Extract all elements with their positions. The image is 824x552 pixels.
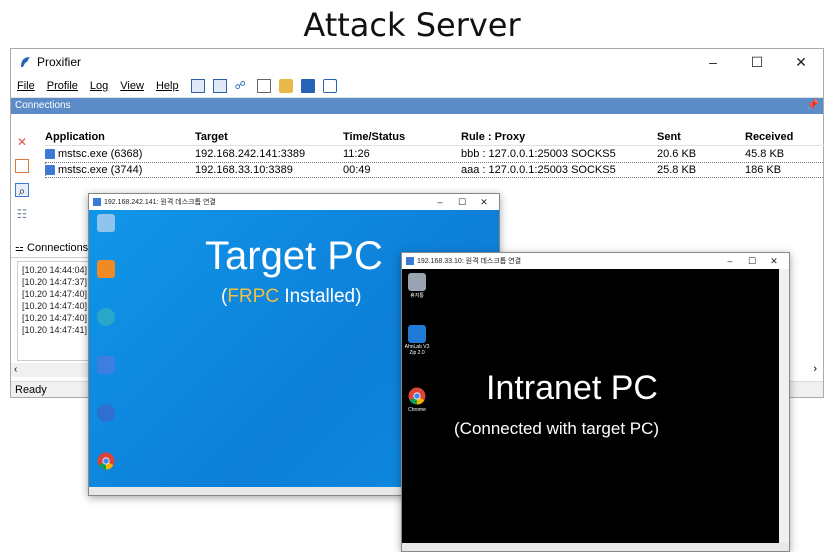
close-button[interactable]: ✕ [763, 253, 785, 269]
menu-bar: File Profile Log View Help ☍ [11, 75, 823, 98]
rdp-horizontal-scrollbar[interactable] [402, 543, 789, 551]
recycle-bin-icon[interactable]: 휴지통 [406, 273, 428, 299]
connections-sidebar: ✕ ⌕ ☷ [11, 129, 33, 231]
row-application: mstsc.exe (6368) [58, 148, 143, 160]
maximize-button[interactable]: ☐ [451, 194, 473, 210]
open-profile-icon[interactable] [278, 79, 293, 93]
save-profile-icon[interactable] [300, 79, 315, 93]
window-title: Proxifier [37, 55, 82, 69]
rdp-titlebar: 192.168.242.141: 원격 데스크톱 연결 – ☐ ✕ [89, 194, 499, 210]
proxifier-titlebar: Proxifier – ☐ ✕ [11, 49, 823, 75]
rdp-titlebar: 192.168.33.10: 원격 데스크톱 연결 – ☐ ✕ [402, 253, 789, 269]
name-resolution-icon[interactable]: ☍ [235, 79, 249, 93]
close-button[interactable]: ✕ [473, 194, 495, 210]
row-sent: 20.6 KB [657, 148, 697, 160]
row-application: mstsc.exe (3744) [58, 164, 143, 176]
proxy-servers-icon[interactable] [190, 79, 205, 93]
page-title: Attack Server [303, 6, 521, 44]
scroll-right-arrow[interactable]: › [813, 363, 817, 375]
table-header: Application Target Time/Status Rule : Pr… [45, 129, 824, 146]
list-options-icon[interactable]: ☷ [15, 207, 29, 221]
row-rule: bbb : 127.0.0.1:25003 SOCKS5 [461, 148, 616, 160]
chrome-icon[interactable]: Chrome [406, 387, 428, 413]
log-line: [10.20 14:47:37] [22, 277, 88, 287]
network-icon: ⚍ [15, 243, 24, 254]
menu-log[interactable]: Log [90, 80, 108, 92]
col-time-status[interactable]: Time/Status [343, 129, 461, 145]
minimize-button[interactable]: – [719, 253, 741, 269]
connection-details-icon[interactable] [15, 159, 29, 173]
rdp-title: 192.168.242.141: 원격 데스크톱 연결 [104, 199, 216, 206]
row-sent: 25.8 KB [657, 164, 697, 176]
log-line: [10.20 14:47:40] [22, 289, 88, 299]
app-shortcut-icon[interactable] [95, 260, 117, 279]
menu-file[interactable]: File [17, 80, 35, 92]
recycle-bin-icon[interactable] [95, 214, 117, 233]
table-row[interactable]: mstsc.exe (6368) 192.168.242.141:3389 11… [45, 146, 824, 162]
intranet-pc-heading: Intranet PC [486, 369, 658, 407]
target-pc-subheading: (FRPC Installed) [221, 286, 362, 307]
intranet-pc-subheading: (Connected with target PC) [454, 419, 660, 438]
mstsc-app-icon [45, 165, 55, 176]
log-line: [10.20 14:47:41] [22, 325, 88, 335]
target-pc-heading: Target PC [205, 234, 383, 278]
log-line: [10.20 14:47:40] [22, 301, 88, 311]
connections-table: Application Target Time/Status Rule : Pr… [45, 129, 824, 178]
rdp-vertical-scrollbar[interactable] [779, 269, 789, 545]
menu-profile[interactable]: Profile [47, 80, 78, 92]
rdp-icon [406, 257, 414, 265]
row-time: 00:49 [343, 164, 371, 176]
close-button[interactable]: ✕ [779, 49, 823, 75]
col-application[interactable]: Application [45, 129, 195, 145]
connections-panel-header: Connections 📌 [11, 98, 823, 114]
col-received[interactable]: Received [745, 129, 824, 145]
close-connection-icon[interactable]: ✕ [15, 135, 29, 149]
ahnlab-icon[interactable]: AhnLab V3 Zip 2.0 [404, 325, 430, 356]
connections-header-label: Connections [15, 100, 71, 111]
tab-connections-label: Connections [27, 242, 89, 254]
row-received: 186 KB [745, 164, 782, 176]
minimize-button[interactable]: – [691, 49, 735, 75]
rdp-icon [93, 198, 101, 206]
installer-icon[interactable] [95, 404, 117, 423]
row-time: 11:26 [343, 148, 370, 160]
chrome-icon[interactable] [95, 452, 117, 472]
row-received: 45.8 KB [745, 148, 785, 160]
menu-help[interactable]: Help [156, 80, 179, 92]
network-icon[interactable] [95, 356, 117, 375]
row-rule: aaa : 127.0.0.1:25003 SOCKS5 [461, 164, 616, 176]
remote-desktop-screen[interactable]: 휴지통 AhnLab V3 Zip 2.0 Chrome Intranet PC… [402, 269, 789, 545]
maximize-button[interactable]: ☐ [735, 49, 779, 75]
row-target: 192.168.33.10:3389 [195, 164, 293, 176]
proxifier-logo-icon [21, 57, 30, 67]
proxification-rules-icon[interactable] [212, 79, 227, 93]
table-row[interactable]: mstsc.exe (3744) 192.168.33.10:3389 00:4… [45, 162, 824, 178]
col-sent[interactable]: Sent [657, 129, 745, 145]
row-target: 192.168.242.141:3389 [195, 148, 306, 160]
pin-icon[interactable]: 📌 [807, 98, 819, 114]
frpc-highlight: FRPC [227, 286, 280, 307]
log-line: [10.20 14:44:04] [22, 265, 88, 275]
status-text: Ready [15, 384, 47, 396]
col-target[interactable]: Target [195, 129, 343, 145]
profile-settings-icon[interactable] [322, 79, 337, 93]
minimize-button[interactable]: – [429, 194, 451, 210]
rdp-title: 192.168.33.10: 원격 데스크톱 연결 [417, 258, 522, 265]
search-icon[interactable]: ⌕ [15, 183, 29, 198]
col-rule-proxy[interactable]: Rule : Proxy [461, 129, 657, 145]
menu-view[interactable]: View [120, 80, 144, 92]
maximize-button[interactable]: ☐ [741, 253, 763, 269]
new-profile-icon[interactable] [256, 79, 271, 93]
edge-icon[interactable] [95, 308, 117, 327]
log-line: [10.20 14:47:40] [22, 313, 88, 323]
rdp-window-intranet[interactable]: 192.168.33.10: 원격 데스크톱 연결 – ☐ ✕ 휴지통 AhnL… [401, 252, 790, 552]
mstsc-app-icon [45, 149, 55, 160]
